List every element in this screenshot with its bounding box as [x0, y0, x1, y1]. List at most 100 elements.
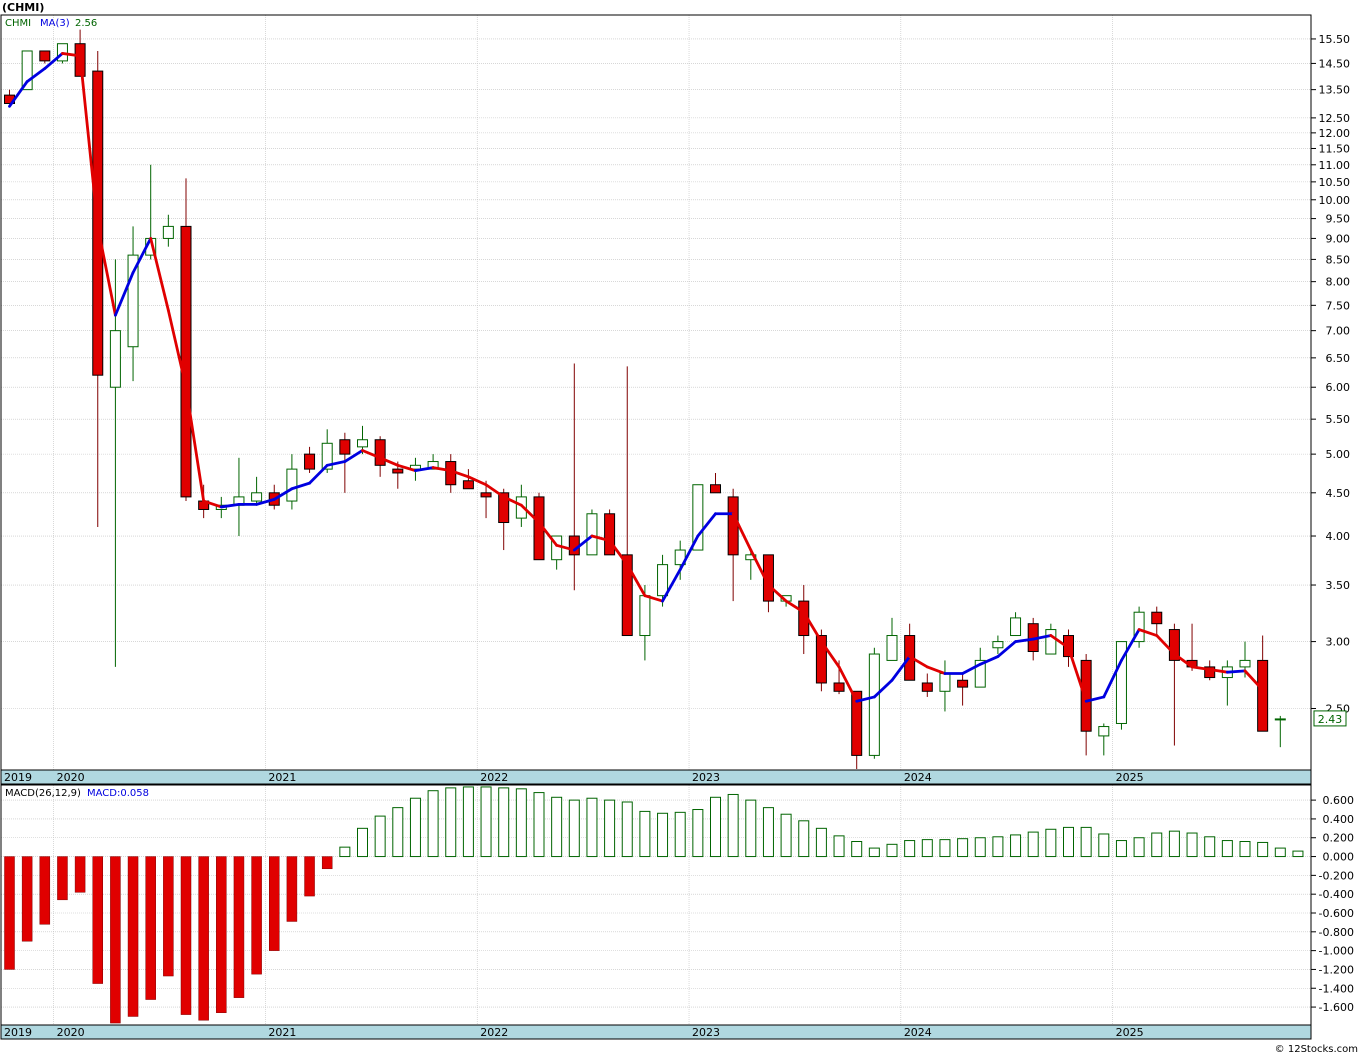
ma-line	[8, 52, 1265, 703]
macd-x-tick-label: 2025	[1116, 1026, 1144, 1039]
macd-tick-label: 0.200	[1323, 832, 1355, 845]
macd-bar	[39, 856, 51, 925]
macd-bar	[233, 856, 245, 998]
macd-bar	[886, 843, 898, 858]
macd-x-tick-label: 2023	[692, 1026, 720, 1039]
macd-bar	[1151, 832, 1163, 858]
candle-body	[357, 439, 368, 448]
candle-body	[304, 453, 316, 470]
macd-bar	[409, 797, 421, 858]
price-tick-label: 12.50	[1319, 112, 1351, 125]
candle-body	[374, 439, 386, 466]
candle-body	[886, 635, 898, 661]
macd-bar	[692, 809, 704, 858]
chart-title: (CHMI)	[2, 1, 44, 14]
macd-bar	[427, 790, 439, 858]
price-grid	[1, 15, 1311, 770]
macd-bar	[216, 856, 227, 1013]
candles	[4, 29, 1286, 769]
macd-bar	[762, 807, 774, 858]
macd-legend-label: MACD(26,12,9)	[5, 788, 81, 799]
candle-body	[462, 480, 474, 490]
last-price-label: 2.43	[1318, 713, 1343, 726]
macd-bar	[657, 812, 669, 858]
macd-x-tick-label: 2021	[268, 1026, 296, 1039]
candle-body	[604, 513, 616, 556]
macd-bar	[1115, 840, 1127, 858]
macd-bar	[92, 856, 103, 984]
price-tick-label: 12.00	[1319, 127, 1351, 140]
price-tick-label: 11.50	[1319, 142, 1351, 155]
macd-bar	[1098, 833, 1110, 858]
candle-body	[568, 535, 580, 556]
macd-bar	[1221, 840, 1233, 858]
macd-bar	[1133, 837, 1145, 858]
price-tick-label: 5.00	[1326, 448, 1351, 461]
macd-bar	[304, 856, 315, 897]
macd-bar	[639, 810, 651, 858]
candle-body	[1274, 718, 1286, 721]
macd-bar	[163, 856, 174, 977]
macd-bar	[127, 856, 139, 1017]
macd-bar	[21, 856, 33, 942]
candle-body	[180, 225, 192, 498]
macd-bar	[939, 839, 951, 858]
macd-tick-label: -1.400	[1319, 982, 1354, 995]
macd-tick-label: -1.600	[1319, 1001, 1354, 1014]
macd-bar	[339, 846, 351, 858]
macd-tick-label: -1.000	[1319, 945, 1354, 958]
macd-panel-border	[0, 784, 1312, 1026]
candle-body	[657, 564, 669, 597]
macd-tick-label: -1.200	[1319, 963, 1354, 976]
macd-bar	[780, 813, 792, 858]
macd-bar	[586, 797, 598, 858]
ma-segment	[149, 237, 170, 312]
price-tick-label: 11.00	[1319, 159, 1351, 172]
macd-bar	[480, 786, 492, 858]
macd-bars	[4, 786, 1304, 1024]
price-x-tick-label: 2022	[480, 771, 508, 784]
macd-bar	[1168, 830, 1180, 858]
candle-body	[1010, 617, 1022, 637]
macd-bar	[251, 856, 262, 975]
macd-x-tick-label: 2019	[4, 1026, 32, 1039]
macd-bar	[462, 786, 474, 858]
macd-legend-value: MACD:0.058	[87, 788, 149, 799]
price-x-tick-label: 2024	[904, 771, 932, 784]
candle-body	[339, 439, 351, 455]
candle-body	[939, 673, 951, 692]
candle-body	[286, 468, 298, 502]
macd-grid	[1, 785, 1311, 1025]
price-tick-label: 9.00	[1326, 232, 1351, 245]
macd-bar	[357, 827, 368, 858]
candle-body	[392, 468, 404, 474]
macd-bar	[57, 856, 68, 901]
macd-bar	[180, 856, 192, 1015]
macd-bar	[621, 801, 633, 858]
price-tick-label: 10.00	[1319, 194, 1351, 207]
macd-bar	[515, 788, 527, 858]
macd-bar	[74, 856, 86, 893]
watermark: © 12Stocks.com	[1275, 1044, 1358, 1055]
candle-body	[1257, 659, 1269, 732]
macd-tick-label: 0.600	[1323, 794, 1355, 807]
candle-body	[992, 641, 1004, 649]
price-tick-label: 3.00	[1326, 636, 1351, 649]
candle-body	[1239, 659, 1251, 668]
price-tick-label: 10.50	[1319, 176, 1351, 189]
price-date-axis-band	[0, 769, 1312, 785]
macd-bar	[833, 835, 845, 858]
price-y-axis: 2.503.003.504.004.505.005.506.006.507.00…	[1311, 33, 1351, 715]
price-tick-label: 15.50	[1319, 33, 1351, 46]
price-x-tick-label: 2021	[268, 771, 296, 784]
stock-chart: 2.50 3.00 3.50 4.00 4.50 5.00 5.50 6.00 6.50 7.00…	[0, 0, 1360, 1056]
price-x-tick-label: 2025	[1116, 771, 1144, 784]
price-tick-label: 4.00	[1326, 530, 1351, 543]
candle-body	[1098, 726, 1110, 737]
candle-body	[586, 513, 598, 556]
candle-body	[162, 225, 174, 239]
macd-bar	[604, 799, 616, 858]
price-tick-label: 9.50	[1326, 213, 1351, 226]
macd-tick-label: -0.200	[1319, 869, 1354, 882]
candle-body	[710, 484, 721, 494]
